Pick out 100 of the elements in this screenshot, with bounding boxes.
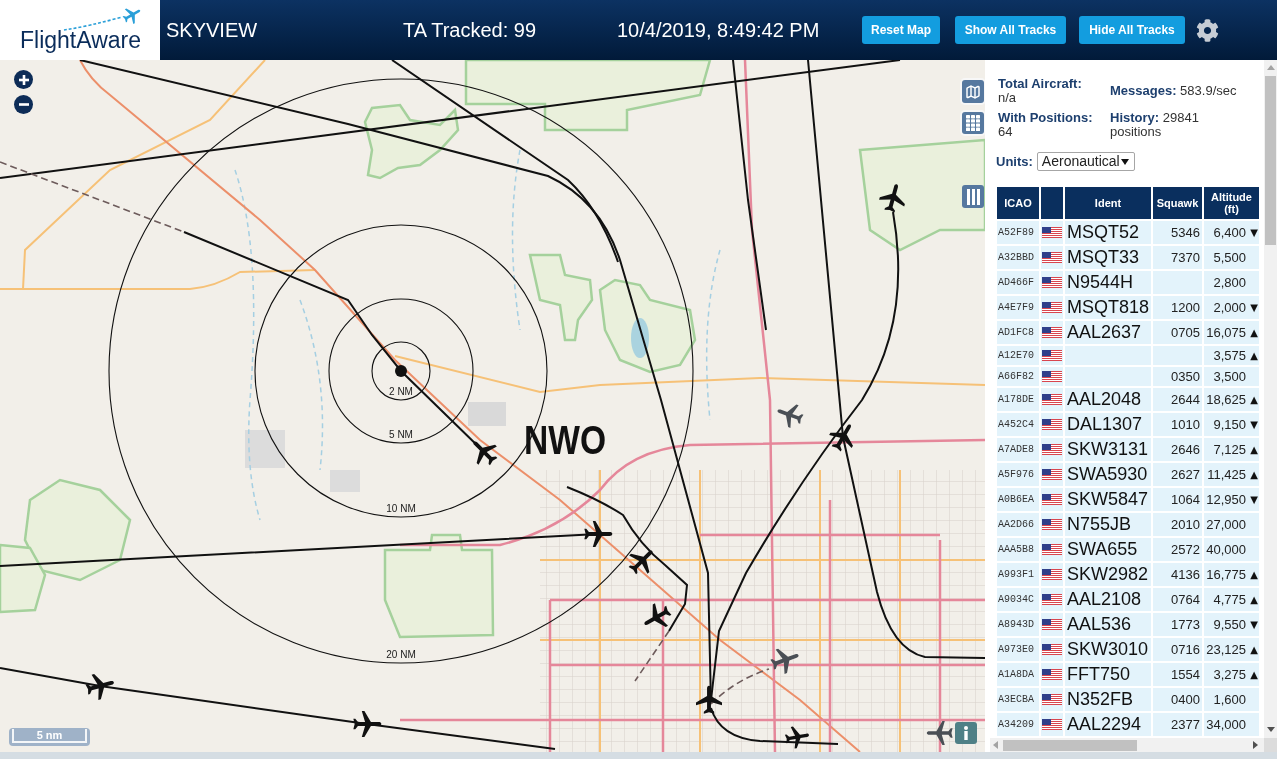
- vertical-scrollbar[interactable]: [1264, 60, 1277, 738]
- airplane-icon[interactable]: [353, 711, 382, 737]
- flag-icon: [1042, 443, 1062, 455]
- scroll-thumb[interactable]: [1265, 76, 1276, 245]
- tracked-count: TA Tracked: 99: [403, 18, 538, 43]
- table-cell: SKW3131: [1065, 437, 1151, 461]
- altitude-value: 40,000: [1206, 540, 1246, 559]
- airplane-icon[interactable]: [770, 648, 799, 674]
- table-cell: SWA655: [1065, 537, 1151, 561]
- horizontal-scrollbar[interactable]: [990, 738, 1264, 752]
- flag-icon: [1042, 226, 1062, 238]
- stat-label: Total Aircraft:: [998, 76, 1082, 91]
- altitude-value: 27,000: [1206, 515, 1246, 534]
- table-cell: 1773: [1153, 612, 1202, 636]
- table-cell: A178DE: [997, 387, 1039, 411]
- table-cell: SKW5847: [1065, 487, 1151, 511]
- table-cell: 0716: [1153, 637, 1202, 661]
- built-up-area: [245, 430, 285, 468]
- airplane-icon[interactable]: [628, 550, 653, 575]
- range-label: 20 NM: [386, 649, 416, 660]
- table-cell: A1A8DA: [997, 662, 1039, 686]
- table-cell: 2627: [1153, 462, 1202, 486]
- table-cell: 2010: [1153, 512, 1202, 536]
- table-cell: A66F82: [997, 366, 1039, 386]
- airport-label: NWO: [524, 418, 622, 462]
- table-cell: AAL2294: [1065, 712, 1151, 736]
- map-icon: [965, 83, 981, 100]
- caret-down-icon: [1120, 158, 1129, 165]
- altitude-value: 23,125: [1206, 640, 1246, 659]
- logo-text: FlightAware: [20, 28, 143, 52]
- flag-icon: [1042, 518, 1062, 530]
- flag-icon: [1042, 393, 1062, 405]
- altitude-value: 11,425: [1207, 465, 1246, 484]
- table-cell: AA2D66: [997, 512, 1039, 536]
- flag-icon: [1042, 326, 1062, 338]
- flag-icon: [1042, 418, 1062, 430]
- table-cell: MSQT818: [1065, 295, 1151, 319]
- airplane-icon[interactable]: [829, 424, 853, 452]
- airplane-icon[interactable]: [926, 721, 953, 745]
- info-icon[interactable]: [955, 722, 977, 744]
- table-cell: A52F89: [997, 220, 1039, 244]
- airplane-icon[interactable]: [473, 441, 498, 466]
- settings-icon[interactable]: [1196, 18, 1219, 42]
- column-header[interactable]: Squawk: [1153, 186, 1202, 219]
- table-cell: 1200: [1153, 295, 1202, 319]
- range-label: 10 NM: [386, 503, 416, 514]
- caret-right-icon[interactable]: [1253, 741, 1258, 749]
- airplane-icon[interactable]: [879, 184, 905, 213]
- grid-button[interactable]: [962, 112, 984, 134]
- table-cell: A7ADE8: [997, 437, 1039, 461]
- flag-icon: [1042, 718, 1062, 730]
- app-title: SKYVIEW: [166, 18, 259, 43]
- altitude-trend: ▼: [1250, 300, 1258, 315]
- grid-icon: [966, 115, 980, 131]
- scroll-thumb[interactable]: [1003, 739, 1137, 751]
- table-cell: 0764: [1153, 587, 1202, 611]
- scrollbar-corner: [1264, 738, 1277, 752]
- table-cell: 4136: [1153, 562, 1202, 586]
- table-cell: SKW2982: [1065, 562, 1151, 586]
- stat-value: 64: [998, 124, 1013, 139]
- table-cell: 1554: [1153, 662, 1202, 686]
- flag-icon: [1042, 568, 1062, 580]
- flag-icon: [1042, 668, 1062, 680]
- table-cell: 2644: [1153, 387, 1202, 411]
- table-cell: 0705: [1153, 320, 1202, 344]
- table-cell: 5346: [1153, 220, 1202, 244]
- altitude-value: 1,600: [1213, 690, 1246, 709]
- table-cell: A5F976: [997, 462, 1039, 486]
- map-layer-button[interactable]: [962, 80, 984, 103]
- altitude-value: 2,000: [1213, 298, 1246, 317]
- column-header[interactable]: Ident: [1065, 186, 1151, 219]
- stat-value: 583.9/sec: [1180, 83, 1237, 98]
- table-cell: 2377: [1153, 712, 1202, 736]
- altitude-trend: ▲: [1250, 642, 1258, 657]
- column-header[interactable]: Altitude (ft): [1204, 186, 1259, 219]
- units-select[interactable]: Aeronautical: [1036, 152, 1135, 172]
- columns-button[interactable]: [962, 185, 984, 208]
- airplane-icon[interactable]: [696, 685, 722, 714]
- table-cell: A9034C: [997, 587, 1039, 611]
- airplane-icon[interactable]: [584, 521, 613, 547]
- flag-icon: [1042, 618, 1062, 630]
- airplane-icon[interactable]: [644, 603, 672, 627]
- altitude-trend: ▲: [1250, 592, 1258, 607]
- column-header[interactable]: ICAO: [997, 186, 1039, 219]
- range-label: 2 NM: [389, 386, 413, 397]
- airplane-icon[interactable]: [777, 404, 804, 428]
- range-label: 5 NM: [389, 429, 413, 440]
- table-cell: [1153, 270, 1202, 294]
- flag-icon: [1042, 543, 1062, 555]
- flag-icon: [1042, 593, 1062, 605]
- altitude-value: 6,400: [1213, 223, 1246, 242]
- altitude-value: 9,550: [1213, 615, 1246, 634]
- airplane-icon[interactable]: [85, 674, 114, 700]
- caret-down-icon[interactable]: [1266, 727, 1275, 732]
- stat-value: n/a: [998, 90, 1017, 105]
- altitude-value: 3,575: [1213, 346, 1246, 365]
- altitude-value: 3,500: [1213, 367, 1246, 386]
- airplane-icon[interactable]: [784, 726, 809, 749]
- altitude-trend: ▼: [1250, 492, 1258, 507]
- flag-icon: [1042, 693, 1062, 705]
